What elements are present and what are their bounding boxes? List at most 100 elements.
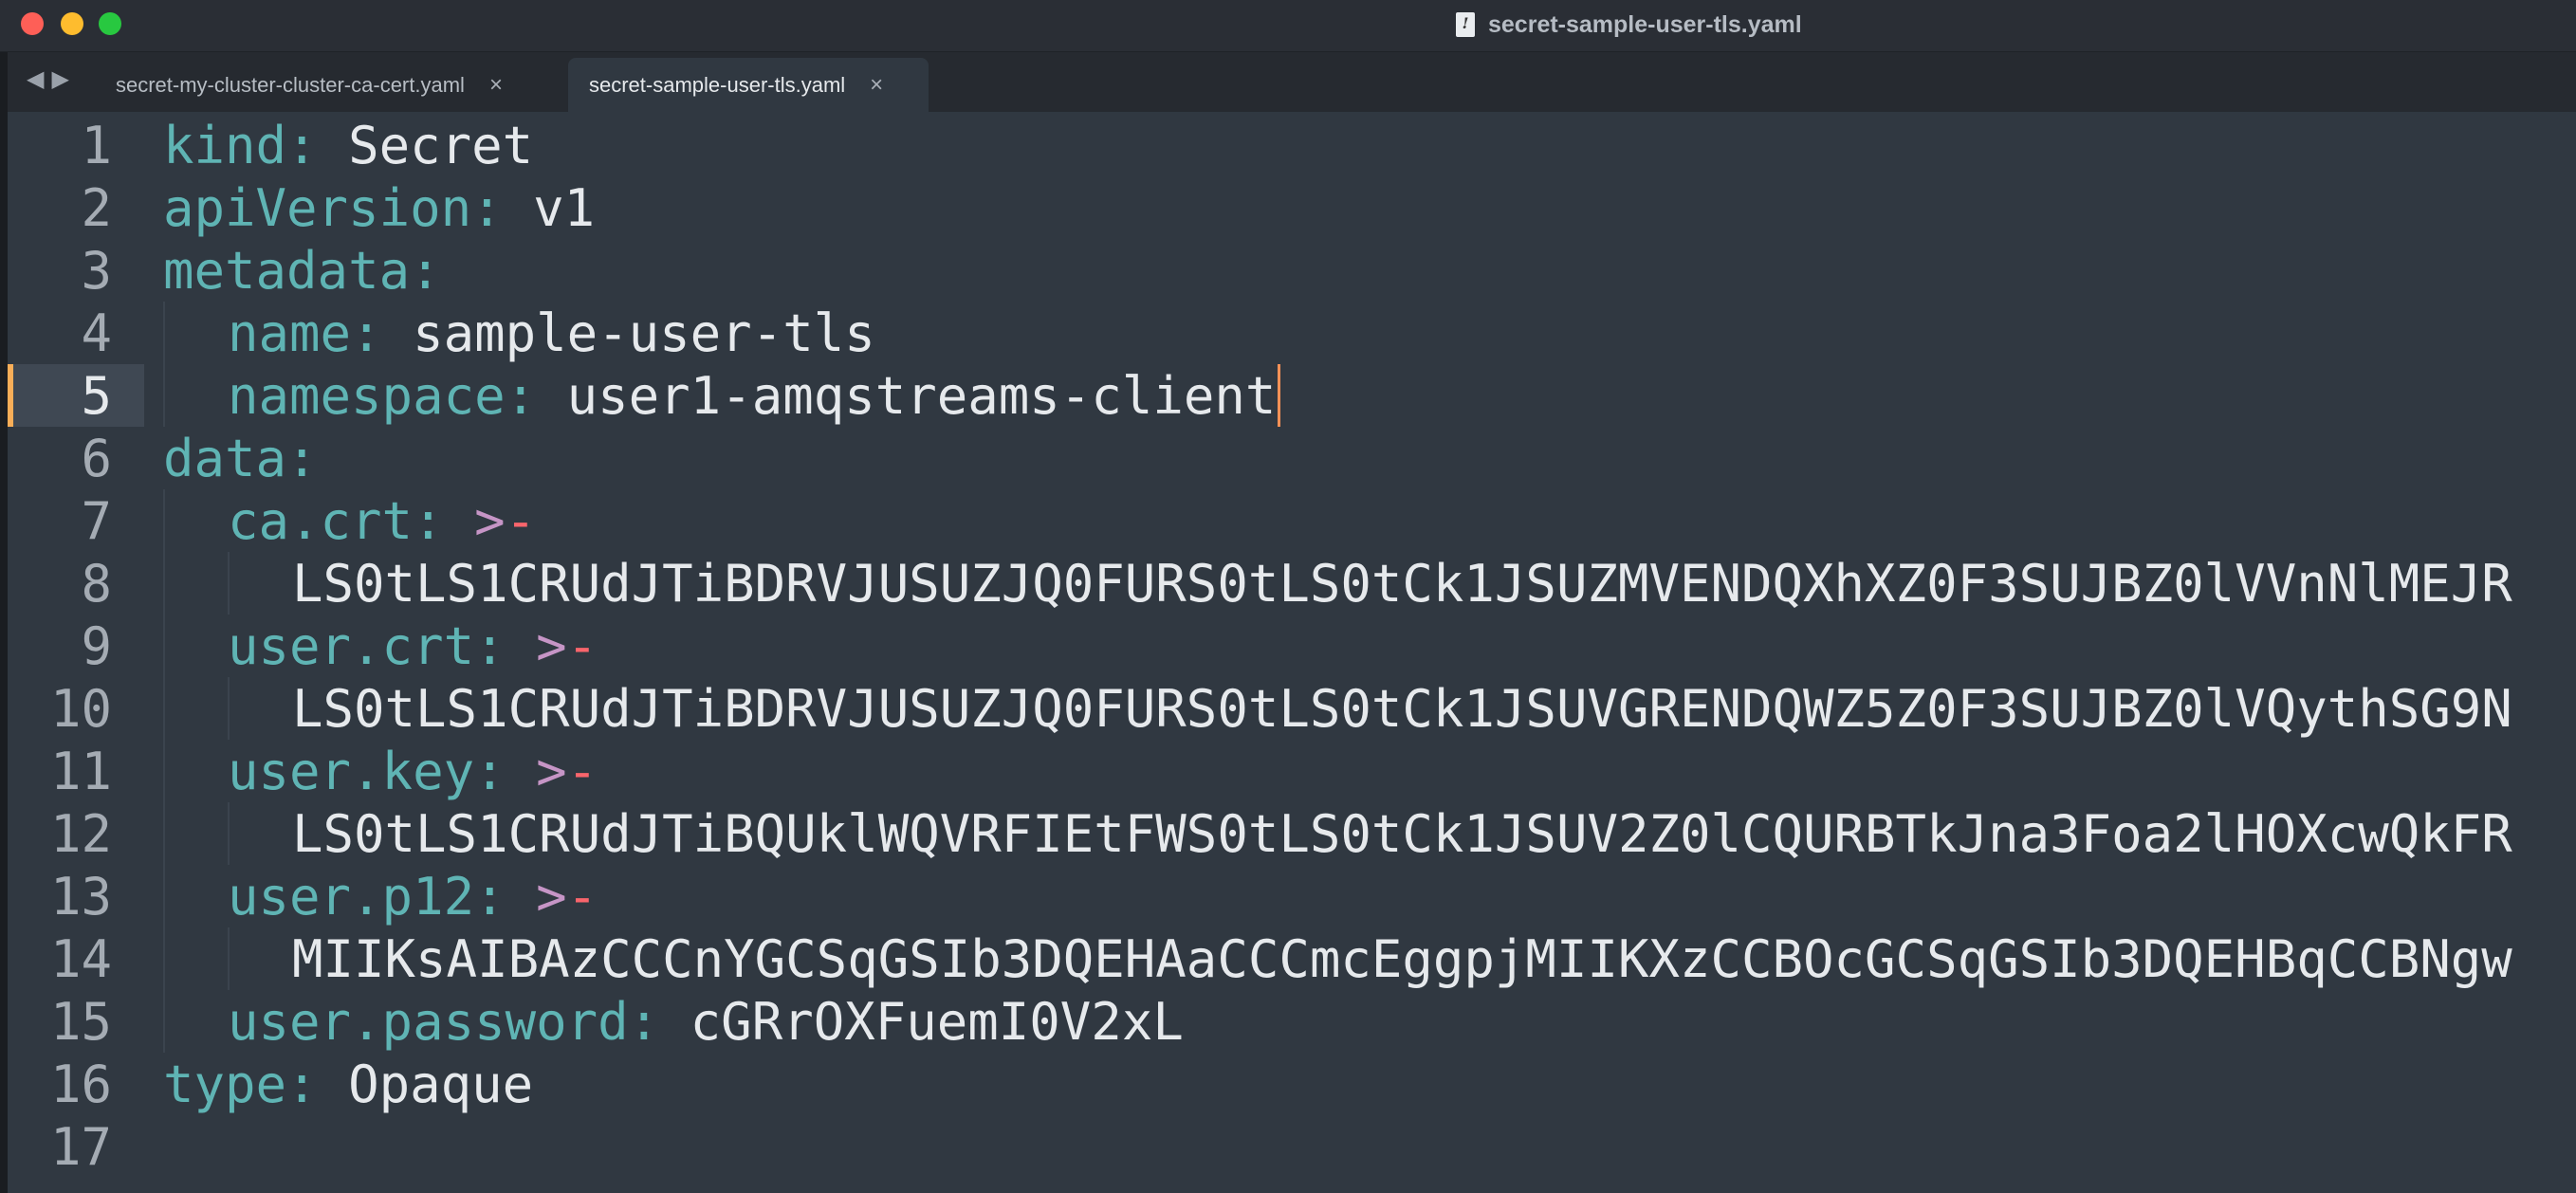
line-number: 1 [81,115,112,175]
yaml-key: metadata [163,240,411,301]
code-line[interactable]: 6 data: [8,427,2576,489]
code-line[interactable]: 8 LS0tLS1CRUdJTiBDRVJUSUZJQ0FURS0tLS0tCk1… [8,552,2576,615]
tab-ca-cert[interactable]: secret-my-cluster-cluster-ca-cert.yaml × [116,58,565,112]
file-warning-icon [1456,12,1475,37]
code-content: user.p12: > - [144,865,598,927]
yaml-key: apiVersion [163,177,472,238]
indent-guide [228,927,292,990]
code-content: data: [144,429,318,488]
indent-guide [163,802,228,865]
tab-close-icon[interactable]: × [489,72,503,99]
indent-guide [163,552,228,615]
close-window-button[interactable] [21,12,44,35]
line-number: 13 [49,866,112,927]
tab-user-tls[interactable]: secret-sample-user-tls.yaml × [568,58,929,112]
yaml-value: LS0tLS1CRUdJTiBDRVJUSUZJQ0FURS0tLS0tCk1J… [292,678,2512,739]
yaml-separator: : [505,365,567,426]
code-content: kind: Secret [144,116,533,175]
line-number: 10 [49,678,112,739]
code-line[interactable]: 14 MIIKsAIBAzCCCnYGCSqGSIb3DQEHAaCCCmcEgg… [8,927,2576,990]
yaml-value: LS0tLS1CRUdJTiBQUklWQVRFIEtFWS0tLS0tCk1J… [292,803,2512,864]
yaml-separator: : [286,428,318,488]
yaml-key: name [228,303,352,363]
yaml-key: type [163,1054,287,1114]
yaml-chomp-indicator: - [566,615,598,676]
tab-label: secret-sample-user-tls.yaml [589,72,846,97]
line-number: 2 [81,177,112,238]
code-line[interactable]: 16 type: Opaque [8,1053,2576,1115]
code-content: user.password: cGRrOXFuemI0V2xL [144,990,1184,1053]
modified-line-marker [8,364,13,427]
code-content: MIIKsAIBAzCCCnYGCSqGSIb3DQEHAaCCCmcEggpj… [144,927,2512,990]
yaml-separator: : [286,1054,349,1114]
indent-guide [163,740,228,802]
yaml-key: user.password [228,991,629,1052]
yaml-block-indicator: > [536,615,567,676]
indent-guide [228,802,292,865]
code-content: LS0tLS1CRUdJTiBQUklWQVRFIEtFWS0tLS0tCk1J… [144,802,2512,865]
code-line[interactable]: 17 [8,1115,2576,1178]
yaml-separator: : [474,866,537,927]
minimize-window-button[interactable] [61,12,83,35]
code-line[interactable]: 7 ca.crt: > - [8,489,2576,552]
yaml-key: namespace [228,365,506,426]
yaml-key: user.crt [228,615,475,676]
indent-guide [228,552,292,615]
yaml-key: data [163,428,287,488]
yaml-chomp-indicator: - [505,490,537,551]
code-content: metadata: [144,241,441,301]
code-line[interactable]: 12 LS0tLS1CRUdJTiBQUklWQVRFIEtFWS0tLS0tCk… [8,802,2576,865]
code-content: LS0tLS1CRUdJTiBDRVJUSUZJQ0FURS0tLS0tCk1J… [144,552,2512,615]
code-line[interactable]: 2 apiVersion: v1 [8,176,2576,239]
yaml-separator: : [351,303,414,363]
zoom-window-button[interactable] [99,12,121,35]
line-number: 17 [49,1116,112,1177]
tab-close-icon[interactable]: × [870,72,883,99]
code-line[interactable]: 4 name: sample-user-tls [8,302,2576,364]
indent-guide [163,927,228,990]
code-content: LS0tLS1CRUdJTiBDRVJUSUZJQ0FURS0tLS0tCk1J… [144,677,2512,740]
yaml-value: Opaque [348,1054,534,1114]
code-line[interactable]: 3 metadata: [8,239,2576,302]
indent-guide [228,677,292,740]
line-number: 7 [81,490,112,551]
yaml-value: v1 [533,177,596,238]
line-number: 6 [81,428,112,488]
code-content: namespace: user1-amqstreams-client [144,364,1281,427]
tab-navigation: ◀ ▶ [27,65,69,93]
line-number: 12 [49,803,112,864]
indent-guide [163,489,228,552]
code-line[interactable]: 11 user.key: > - [8,740,2576,802]
code-content: ca.crt: > - [144,489,536,552]
code-line[interactable]: 15 user.password: cGRrOXFuemI0V2xL [8,990,2576,1053]
indent-guide [163,302,228,364]
yaml-chomp-indicator: - [566,866,598,927]
indent-guide [163,865,228,927]
yaml-chomp-indicator: - [566,741,598,801]
yaml-value: LS0tLS1CRUdJTiBDRVJUSUZJQ0FURS0tLS0tCk1J… [292,553,2512,614]
code-line[interactable]: 13 user.p12: > - [8,865,2576,927]
line-number: 14 [49,928,112,989]
code-line[interactable]: 1 kind: Secret [8,114,2576,176]
line-number: 9 [81,615,112,676]
line-number: 3 [81,240,112,301]
code-line[interactable]: 10 LS0tLS1CRUdJTiBDRVJUSUZJQ0FURS0tLS0tCk… [8,677,2576,740]
yaml-separator: : [413,490,475,551]
code-content: name: sample-user-tls [144,302,875,364]
line-number: 16 [49,1054,112,1114]
line-number: 4 [81,303,112,363]
tab-bar: ◀ ▶ secret-my-cluster-cluster-ca-cert.ya… [0,52,2576,112]
tab-back-arrow-icon[interactable]: ◀ [27,65,44,93]
code-editor[interactable]: 1 kind: Secret 2 apiVersion: v1 3 metadata:4 n… [0,112,2576,1193]
yaml-separator: : [474,615,537,676]
line-number: 5 [8,364,144,427]
window-title: secret-sample-user-tls.yaml [1456,8,1802,42]
yaml-block-indicator: > [474,490,506,551]
tab-forward-arrow-icon[interactable]: ▶ [51,65,68,93]
code-line[interactable]: 5 namespace: user1-amqstreams-client [8,364,2576,427]
title-bar: secret-sample-user-tls.yaml [0,0,2576,52]
yaml-key: ca.crt [228,490,414,551]
yaml-separator: : [628,991,690,1052]
yaml-separator: : [474,741,537,801]
code-line[interactable]: 9 user.crt: > - [8,615,2576,677]
